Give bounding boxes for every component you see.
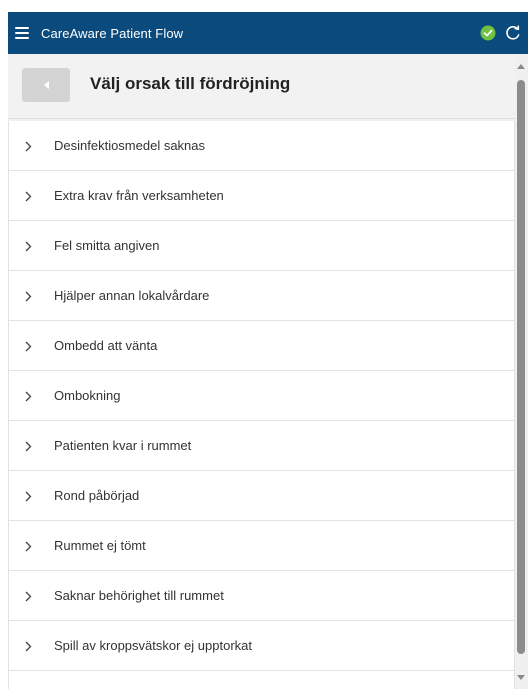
chevron-right-icon [25, 241, 32, 251]
list-item-label: Ombedd att vänta [54, 338, 158, 353]
app-window: CareAware Patient Flow Välj orsak till f… [8, 12, 528, 689]
list-item-label: Fel smitta angiven [54, 238, 160, 253]
chevron-right-icon [25, 191, 32, 201]
page-header: Välj orsak till fördröjning [8, 54, 515, 119]
list-item-label: Desinfektiosmedel saknas [54, 138, 206, 153]
reason-list: Desinfektiosmedel saknas Extra krav från… [8, 121, 515, 689]
list-item[interactable]: Rond påbörjad [9, 471, 514, 521]
chevron-right-icon [25, 641, 32, 651]
chevron-right-icon [25, 441, 32, 451]
chevron-right-icon [25, 591, 32, 601]
chevron-right-icon [25, 341, 32, 351]
chevron-right-icon [25, 291, 32, 301]
list-item-label: Hjälper annan lokalvårdare [54, 288, 210, 303]
list-item[interactable]: Desinfektiosmedel saknas [9, 121, 514, 171]
scroll-up-arrow-icon[interactable] [517, 64, 525, 69]
list-item-label: Patienten kvar i rummet [54, 438, 192, 453]
page-title: Välj orsak till fördröjning [90, 74, 291, 93]
list-item[interactable]: Spill av kroppsvätskor ej upptorkat [9, 621, 514, 671]
scrollbar-thumb[interactable] [517, 80, 525, 654]
list-item-label: Rummet ej tömt [54, 538, 146, 553]
scroll-down-arrow-icon[interactable] [517, 675, 525, 680]
back-button[interactable] [22, 68, 70, 102]
list-item[interactable]: Ombokning [9, 371, 514, 421]
list-item-label: Ombokning [54, 388, 121, 403]
list-item[interactable]: Rummet ej tömt [9, 521, 514, 571]
list-item-label: Extra krav från verksamheten [54, 188, 224, 203]
list-item-label: Saknar behörighet till rummet [54, 588, 224, 603]
list-item[interactable]: Patienten kvar i rummet [9, 421, 514, 471]
list-item[interactable]: Saknar behörighet till rummet [9, 571, 514, 621]
app-title: CareAware Patient Flow [41, 25, 184, 41]
vertical-scrollbar[interactable] [515, 54, 528, 689]
hamburger-icon[interactable] [15, 27, 29, 39]
chevron-right-icon [25, 141, 32, 151]
chevron-right-icon [25, 391, 32, 401]
list-item[interactable]: Extra krav från verksamheten [9, 171, 514, 221]
list-item[interactable]: Fel smitta angiven [9, 221, 514, 271]
list-item[interactable] [9, 671, 514, 689]
refresh-icon[interactable] [504, 24, 522, 42]
back-arrow-icon [43, 81, 49, 89]
title-bar: CareAware Patient Flow [8, 12, 528, 54]
list-item[interactable]: Ombedd att vänta [9, 321, 514, 371]
chevron-right-icon [25, 541, 32, 551]
list-item-label: Spill av kroppsvätskor ej upptorkat [54, 638, 252, 653]
list-item[interactable]: Hjälper annan lokalvårdare [9, 271, 514, 321]
check-circle-icon [480, 25, 496, 41]
chevron-right-icon [25, 491, 32, 501]
list-item-label: Rond påbörjad [54, 488, 140, 503]
